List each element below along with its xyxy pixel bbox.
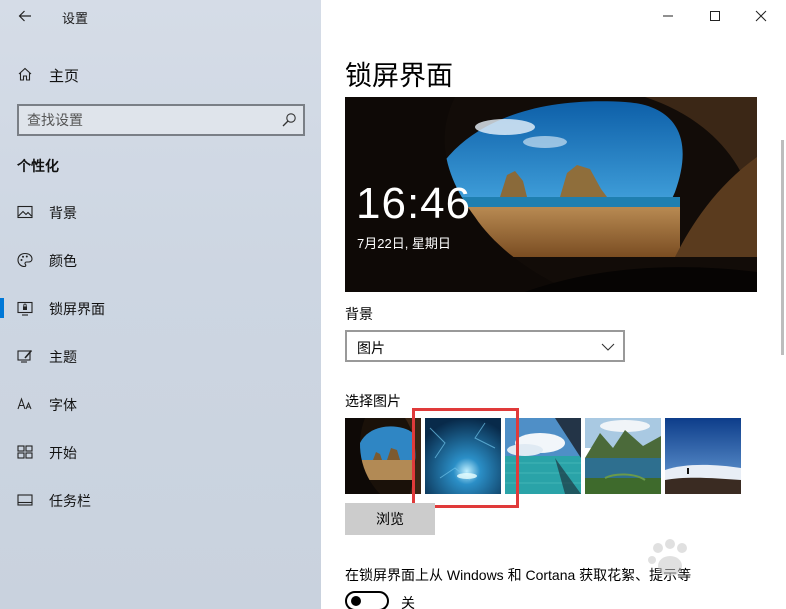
browse-button[interactable]: 浏览 [345,503,435,535]
thumbnail-cloud-sea[interactable] [665,418,741,494]
sidebar-item-start[interactable]: 开始 [0,432,321,472]
mountain-lake-image [585,418,661,494]
minimize-icon [663,15,673,17]
sidebar-item-label: 主题 [49,349,77,365]
lock-screen-time: 16:46 [356,179,472,228]
background-dropdown[interactable]: 图片 [345,330,625,362]
toggle-state-label: 关 [401,595,415,609]
scrollbar[interactable] [781,140,784,355]
sidebar-item-label: 颜色 [49,253,77,269]
sidebar-item-fonts[interactable]: 字体 [0,384,321,424]
start-icon [17,445,33,459]
taskbar-icon [17,494,33,506]
font-icon [17,397,32,410]
sidebar-item-label: 字体 [49,397,77,413]
sidebar-item-taskbar[interactable]: 任务栏 [0,480,321,520]
sidebar-item-themes[interactable]: 主题 [0,336,321,376]
close-button[interactable] [738,0,784,32]
back-arrow-icon [18,10,31,22]
picture-thumbnails [345,418,745,494]
back-button[interactable] [10,4,40,28]
titlebar-left: 设置 [0,0,321,32]
page-title: 锁屏界面 [345,61,453,91]
close-icon [755,10,767,22]
chevron-down-icon [601,343,615,351]
thumbnail-cave-beach[interactable] [345,418,421,494]
image-icon [17,205,33,219]
sidebar: 设置 主页 个性化 背景 颜色 [0,0,321,609]
search-input[interactable] [27,110,272,130]
background-label: 背景 [345,306,373,322]
sidebar-item-label: 开始 [49,445,77,461]
sidebar-item-background[interactable]: 背景 [0,192,321,232]
section-title: 个性化 [17,158,59,174]
sidebar-item-home[interactable]: 主页 [0,58,321,90]
lock-screen-preview: 16:46 7月22日, 星期日 [345,97,757,292]
choose-picture-label: 选择图片 [345,393,401,409]
thumbnail-mountain-lake[interactable] [585,418,661,494]
cave-beach-image [345,418,421,494]
maximize-button[interactable] [692,0,738,32]
main-pane: 锁屏界面 16:46 7月22日, 星期日 背景 图片 选择图片 浏览 在锁屏界… [321,0,786,609]
home-icon [18,67,32,81]
maximize-icon [710,11,720,21]
palette-icon [17,252,33,268]
watermark-logo [648,539,687,576]
lock-screen-icon [17,301,33,316]
sidebar-item-colors[interactable]: 颜色 [0,240,321,280]
fun-facts-toggle[interactable] [345,591,389,609]
sidebar-item-label: 主页 [49,68,80,85]
cloud-sea-image [665,418,741,494]
toggle-knob [351,596,361,606]
search-icon[interactable] [281,112,297,128]
theme-icon [17,349,33,363]
background-dropdown-value: 图片 [357,340,385,356]
app-title: 设置 [62,11,89,26]
sidebar-item-label: 锁屏界面 [49,301,105,317]
lock-screen-date: 7月22日, 星期日 [357,236,451,251]
selection-highlight-box [412,408,519,508]
search-box[interactable] [17,104,305,136]
sidebar-item-lock-screen[interactable]: 锁屏界面 [0,288,321,328]
minimize-button[interactable] [645,0,691,32]
selection-indicator [0,298,4,318]
sidebar-item-label: 背景 [49,205,77,221]
sidebar-item-label: 任务栏 [49,493,91,509]
